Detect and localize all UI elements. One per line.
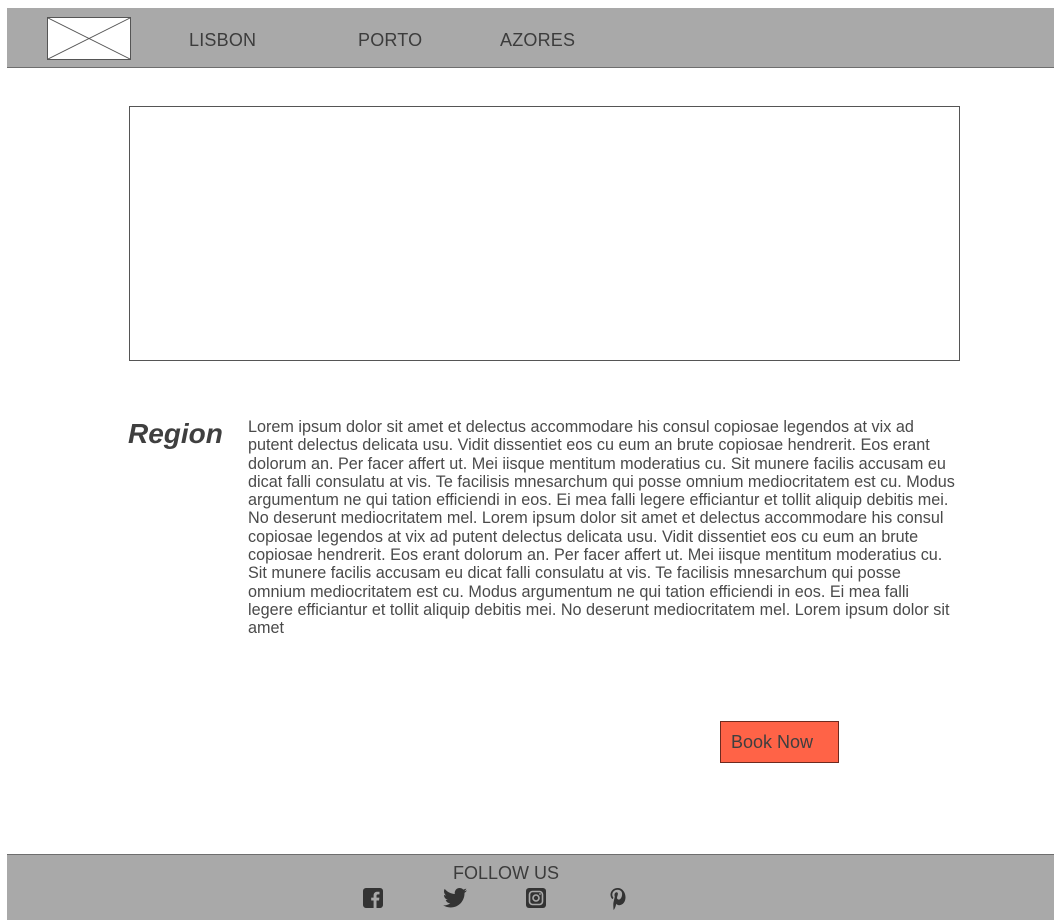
twitter-icon[interactable] (443, 888, 467, 910)
instagram-icon[interactable] (526, 888, 548, 910)
nav-item-lisbon[interactable]: LISBON (189, 30, 256, 51)
footer-bar: FOLLOW US (7, 854, 1054, 920)
region-title: Region (128, 418, 223, 449)
logo-placeholder-icon[interactable] (47, 17, 131, 60)
nav-item-azores[interactable]: AZORES (500, 30, 575, 51)
region-description: Lorem ipsum dolor sit amet et delectus a… (248, 418, 955, 638)
pinterest-icon[interactable] (610, 888, 632, 910)
hero-image-placeholder (129, 106, 960, 361)
nav-item-porto[interactable]: PORTO (358, 30, 422, 51)
book-now-button[interactable]: Book Now (720, 721, 839, 763)
facebook-icon[interactable] (363, 888, 385, 910)
header-bar: LISBON PORTO AZORES (7, 8, 1054, 68)
page: LISBON PORTO AZORES Region Lorem ipsum d… (0, 0, 1054, 920)
follow-us-label: FOLLOW US (453, 863, 560, 883)
